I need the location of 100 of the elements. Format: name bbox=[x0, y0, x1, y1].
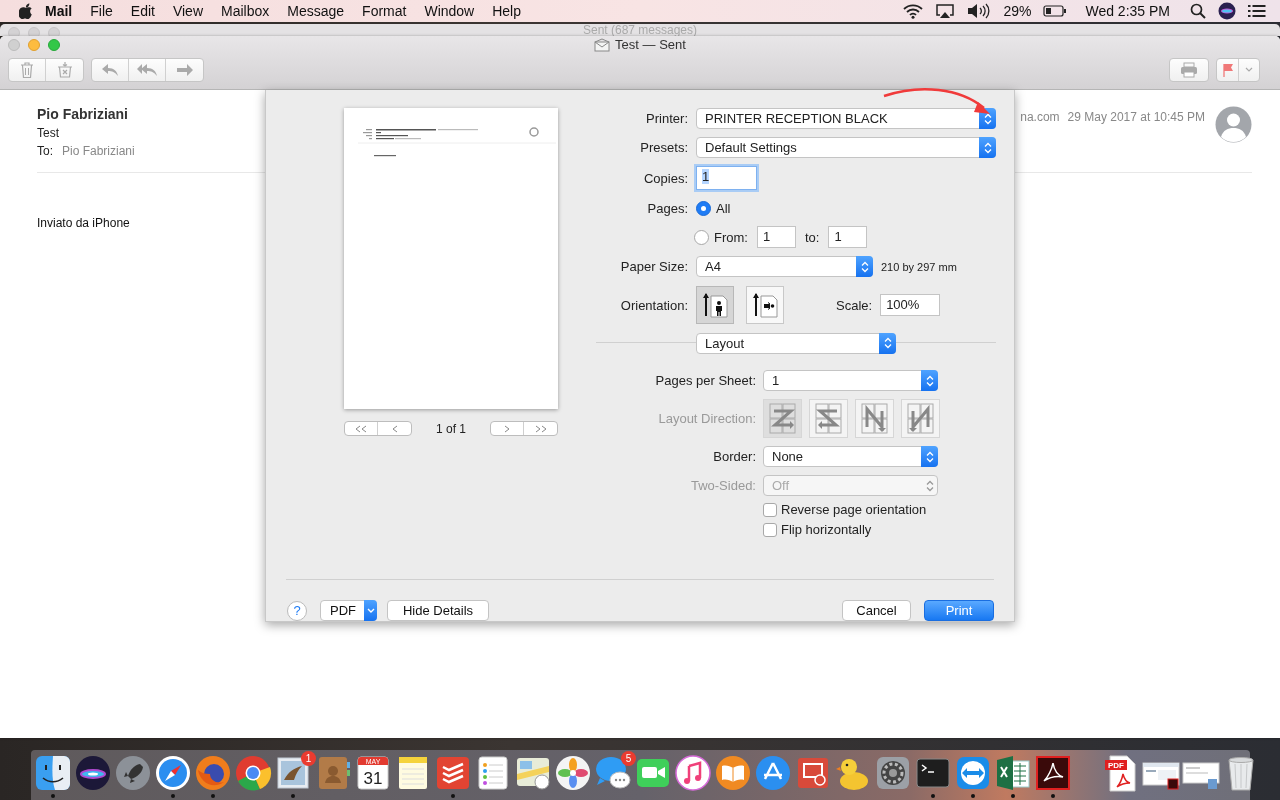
speech-bubbles-icon[interactable] bbox=[594, 754, 632, 792]
music-note-icon[interactable] bbox=[674, 754, 712, 792]
pdf-label: PDF bbox=[1108, 761, 1124, 770]
page-order-icon bbox=[858, 401, 891, 436]
notification-badge: 1 bbox=[301, 751, 316, 766]
compass-icon[interactable] bbox=[154, 754, 192, 792]
menu-item[interactable]: Window bbox=[415, 3, 484, 19]
airplay-icon[interactable] bbox=[935, 3, 956, 19]
battery-percentage: 29% bbox=[1003, 3, 1032, 19]
menu-item[interactable]: Mailbox bbox=[212, 3, 279, 19]
stamp-icon[interactable] bbox=[274, 754, 312, 792]
app-store-icon[interactable] bbox=[754, 754, 792, 792]
search-icon[interactable] bbox=[1190, 3, 1206, 19]
message-subject: Test bbox=[37, 126, 59, 140]
window-title: Test — Sent bbox=[615, 37, 686, 52]
checkbox[interactable] bbox=[763, 522, 777, 537]
sender-name: Pio Fabriziani bbox=[37, 106, 128, 122]
checkbox-label[interactable]: Flip horizontally bbox=[781, 522, 872, 537]
apple-menu-icon[interactable] bbox=[19, 3, 33, 19]
field-label: Scale: bbox=[836, 297, 873, 313]
menu-item[interactable]: Edit bbox=[121, 3, 164, 19]
radio-button[interactable] bbox=[696, 200, 711, 216]
cancel-button[interactable]: Cancel bbox=[842, 600, 911, 621]
field-label: Copies: bbox=[642, 170, 688, 186]
reply-all-arrow-icon bbox=[136, 63, 158, 77]
popup-button[interactable]: 1 bbox=[763, 370, 938, 391]
pdf-menu-button[interactable]: PDF bbox=[320, 600, 377, 621]
portrait-orientation-icon bbox=[701, 291, 729, 319]
chevron-right-icon bbox=[503, 424, 511, 433]
field-label: Presets: bbox=[639, 140, 688, 155]
menu-item[interactable]: View bbox=[163, 3, 212, 19]
junk-bin-icon bbox=[56, 62, 73, 78]
up-down-chevron-icon bbox=[925, 450, 934, 463]
menu-list-icon[interactable] bbox=[1248, 4, 1266, 18]
volume-icon[interactable] bbox=[967, 3, 992, 19]
popup-button[interactable]: None bbox=[763, 446, 938, 467]
radio-label[interactable]: From: bbox=[714, 229, 748, 245]
wifi-icon[interactable] bbox=[903, 3, 924, 19]
copies-field[interactable]: 1 bbox=[696, 166, 757, 190]
double-chevron-left-icon bbox=[354, 424, 368, 433]
radio-label[interactable]: All bbox=[716, 200, 731, 216]
battery-icon[interactable] bbox=[1043, 5, 1068, 17]
menu-item[interactable]: File bbox=[81, 3, 122, 19]
app-menu[interactable]: Mail bbox=[33, 3, 82, 19]
page-to-field[interactable]: 1 bbox=[828, 226, 868, 248]
stacked-checks-icon[interactable] bbox=[434, 754, 472, 792]
up-down-chevron-icon bbox=[983, 112, 992, 125]
menu-item[interactable]: Help bbox=[483, 3, 530, 19]
field-label: Layout Direction: bbox=[657, 411, 756, 426]
color-wheel-icon[interactable] bbox=[234, 754, 272, 792]
popup-button[interactable]: Default Settings bbox=[696, 137, 996, 158]
help-button[interactable]: ? bbox=[287, 600, 307, 621]
menu-item[interactable]: Message bbox=[278, 3, 354, 19]
checkbox[interactable] bbox=[763, 502, 777, 517]
popup-button[interactable]: A4 bbox=[696, 256, 873, 277]
page-from-field[interactable]: 1 bbox=[756, 226, 796, 248]
orientation-button[interactable] bbox=[746, 286, 784, 324]
message-body: Inviato da iPhone bbox=[37, 216, 131, 230]
up-down-chevron-icon bbox=[925, 479, 934, 492]
message-date: 29 May 2017 at 10:45 PM bbox=[1067, 110, 1205, 124]
page-order-icon bbox=[812, 401, 845, 436]
caret-icon bbox=[366, 607, 375, 614]
pdf-app-icon[interactable] bbox=[1034, 754, 1072, 792]
spreadsheet-icon[interactable] bbox=[994, 754, 1032, 792]
field-label: to: bbox=[804, 229, 820, 245]
sender-address: na.com bbox=[1020, 110, 1060, 124]
gear-icon[interactable] bbox=[874, 754, 912, 792]
envelope-icon bbox=[594, 37, 611, 52]
field-label: Paper Size: bbox=[619, 259, 688, 274]
reply-arrow-icon bbox=[101, 63, 119, 77]
popup-button[interactable]: Layout bbox=[696, 332, 896, 354]
up-down-chevron-icon bbox=[925, 374, 934, 387]
calendar-day: 31 bbox=[363, 769, 383, 788]
window-title: Sent (687 messages) bbox=[582, 24, 698, 36]
printer-icon bbox=[1180, 62, 1198, 78]
checkbox-label[interactable]: Reverse page orientation bbox=[781, 502, 927, 517]
open-book-icon[interactable] bbox=[714, 754, 752, 792]
field-label: Pages: bbox=[646, 200, 688, 216]
trash-icon bbox=[20, 62, 34, 78]
double-chevron-right-icon bbox=[533, 424, 548, 433]
globe-icon[interactable] bbox=[194, 754, 232, 792]
flower-icon[interactable] bbox=[554, 754, 592, 792]
landscape-orientation-icon bbox=[751, 291, 779, 319]
avatar bbox=[1215, 106, 1252, 143]
recipient-name[interactable]: Pio Fabriziani bbox=[62, 144, 135, 158]
rocket-icon[interactable] bbox=[114, 754, 152, 792]
menu-clock[interactable]: Wed 2:35 PM bbox=[1085, 3, 1170, 19]
field-label: Pages per Sheet: bbox=[654, 373, 756, 388]
page-counter: 1 of 1 bbox=[435, 421, 467, 436]
orb-icon[interactable] bbox=[74, 754, 112, 792]
field-label: Two-Sided: bbox=[689, 478, 756, 493]
siri-icon[interactable] bbox=[1218, 2, 1236, 20]
scale-field[interactable]: 100% bbox=[880, 294, 941, 316]
orientation-button[interactable] bbox=[696, 286, 734, 324]
page-order-icon bbox=[766, 401, 799, 436]
menu-item[interactable]: Format bbox=[353, 3, 416, 19]
radio-button[interactable] bbox=[694, 229, 709, 245]
popup-button[interactable]: PRINTER RECEPTION BLACK bbox=[696, 108, 996, 129]
hide-details-button[interactable]: Hide Details bbox=[387, 600, 489, 621]
smiling-face-icon[interactable] bbox=[34, 754, 72, 792]
